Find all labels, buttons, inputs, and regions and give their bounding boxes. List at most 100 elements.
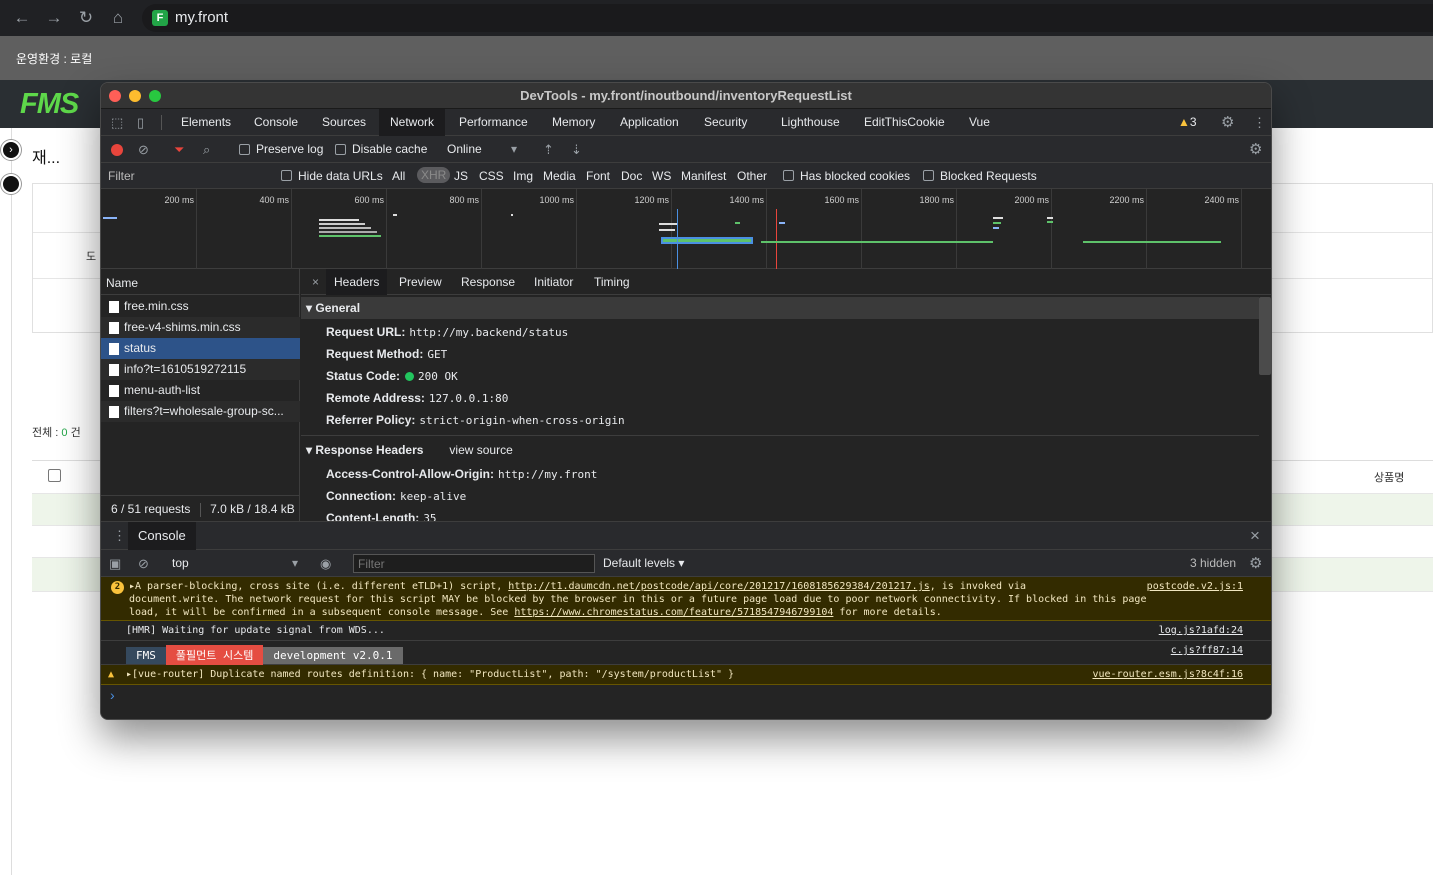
network-overview-timeline[interactable]: 200 ms 400 ms 600 ms 800 ms 1000 ms 1200… [101, 189, 1271, 269]
timeline-tick: 1200 ms [634, 195, 669, 205]
blocked-requests-checkbox[interactable] [923, 170, 934, 181]
live-expression-eye-icon[interactable]: ◉ [320, 550, 331, 577]
tab-vue[interactable]: Vue [958, 109, 1001, 136]
response-headers-section-toggle[interactable]: ▾ Response Headers view source [301, 439, 1259, 461]
more-options-icon[interactable]: ⋮ [1253, 109, 1266, 136]
console-prompt[interactable]: › [110, 687, 115, 703]
forward-icon[interactable]: → [44, 8, 64, 28]
timeline-bar [993, 227, 999, 229]
context-select[interactable]: top [172, 556, 189, 570]
tab-network[interactable]: Network [379, 109, 446, 136]
reload-icon[interactable]: ↻ [76, 8, 96, 28]
type-filter-img[interactable]: Img [513, 169, 533, 183]
preserve-log-checkbox[interactable] [239, 144, 250, 155]
header-row: Content-Length: 35 [326, 511, 437, 521]
filter-input[interactable]: Filter [108, 169, 135, 183]
source-link[interactable]: log.js?1afd:24 [1159, 621, 1243, 641]
type-filter-doc[interactable]: Doc [621, 169, 642, 183]
banner-fms: FMS [126, 647, 166, 664]
disable-cache-checkbox[interactable] [335, 144, 346, 155]
tab-memory[interactable]: Memory [541, 109, 606, 136]
tab-editthiscookie[interactable]: EditThisCookie [853, 109, 956, 136]
file-icon [109, 406, 119, 418]
console-message[interactable]: [HMR] Waiting for update signal from WDS… [101, 621, 1271, 641]
tab-sources[interactable]: Sources [311, 109, 377, 136]
tab-console[interactable]: Console [243, 109, 309, 136]
hide-data-urls-checkbox[interactable] [281, 170, 292, 181]
type-filter-css[interactable]: CSS [479, 169, 504, 183]
type-filter-font[interactable]: Font [586, 169, 610, 183]
source-link[interactable]: postcode.v2.js:1 [1147, 580, 1243, 593]
clear-icon[interactable]: ⊘ [138, 136, 149, 163]
tab-elements[interactable]: Elements [170, 109, 242, 136]
close-drawer-icon[interactable]: × [1250, 522, 1260, 550]
chromestatus-link[interactable]: https://www.chromestatus.com/feature/571… [514, 607, 833, 618]
tab-lighthouse[interactable]: Lighthouse [770, 109, 851, 136]
dom-content-loaded-marker [677, 209, 678, 269]
list-item[interactable]: free.min.css [101, 296, 300, 317]
console-settings-icon[interactable]: ⚙ [1249, 550, 1262, 577]
collapse-dot-icon[interactable] [1, 174, 21, 194]
log-levels-select[interactable]: Default levels ▾ [603, 556, 684, 570]
chevron-down-icon[interactable]: ▾ [292, 556, 298, 570]
type-filter-manifest[interactable]: Manifest [681, 169, 726, 183]
tab-performance[interactable]: Performance [448, 109, 539, 136]
chevron-down-icon[interactable]: ▾ [511, 142, 517, 156]
select-all-checkbox[interactable] [48, 469, 61, 482]
type-filter-other[interactable]: Other [737, 169, 767, 183]
home-icon[interactable]: ⌂ [108, 8, 128, 28]
list-item[interactable]: menu-auth-list [101, 380, 300, 401]
script-link[interactable]: http://t1.daumcdn.net/postcode/api/core/… [508, 581, 929, 592]
type-filter-media[interactable]: Media [543, 169, 576, 183]
address-bar[interactable]: F my.front [142, 4, 1433, 32]
console-message-banner[interactable]: FMS 풀필먼트 시스템 development v2.0.1 c.js?ff87:… [101, 641, 1271, 665]
console-message-warning[interactable]: 2 ▸A parser-blocking, cross site (i.e. d… [101, 577, 1271, 621]
general-section-toggle[interactable]: ▾ General [301, 297, 1259, 319]
device-toolbar-icon[interactable]: ▯ [137, 109, 144, 136]
settings-gear-icon[interactable]: ⚙ [1221, 109, 1234, 136]
show-sidebar-icon[interactable]: ▣ [109, 550, 121, 577]
fms-logo[interactable]: FMS [20, 88, 79, 121]
source-link[interactable]: c.js?ff87:14 [1171, 645, 1243, 656]
tab-response[interactable]: Response [453, 269, 523, 295]
list-item[interactable]: filters?t=wholesale-group-sc... [101, 401, 300, 422]
tab-security[interactable]: Security [693, 109, 758, 136]
list-item[interactable]: info?t=1610519272115 [101, 359, 300, 380]
tab-preview[interactable]: Preview [391, 269, 450, 295]
type-filter-js[interactable]: JS [454, 169, 468, 183]
type-filter-xhr[interactable]: XHR [417, 167, 451, 183]
list-item[interactable]: free-v4-shims.min.css [101, 317, 300, 338]
list-item-selected[interactable]: status [101, 338, 300, 359]
drawer-menu-icon[interactable]: ⋮ [113, 522, 126, 550]
view-source-link[interactable]: view source [449, 443, 512, 457]
console-message-warning[interactable]: ▲ ▸[vue-router] Duplicate named routes d… [101, 665, 1271, 685]
name-column-header[interactable]: Name [101, 269, 300, 295]
tab-headers[interactable]: Headers [326, 269, 388, 295]
tab-timing[interactable]: Timing [586, 269, 638, 295]
hide-data-urls-label: Hide data URLs [298, 169, 383, 183]
tab-console-drawer[interactable]: Console [128, 522, 196, 550]
type-filter-ws[interactable]: WS [652, 169, 671, 183]
network-settings-icon[interactable]: ⚙ [1249, 136, 1262, 163]
detail-scrollbar[interactable] [1259, 297, 1271, 375]
warning-counter[interactable]: ▲3 [1178, 115, 1197, 129]
search-icon[interactable]: ⌕ [203, 136, 210, 163]
throttling-select[interactable]: Online [447, 142, 482, 156]
url-text[interactable]: my.front [175, 9, 228, 26]
back-icon[interactable]: ← [12, 8, 32, 28]
record-icon[interactable] [111, 144, 123, 156]
source-link[interactable]: vue-router.esm.js?8c4f:16 [1092, 665, 1243, 685]
console-filter-input[interactable] [353, 554, 595, 573]
tab-application[interactable]: Application [609, 109, 690, 136]
close-detail-icon[interactable]: × [304, 269, 327, 295]
export-har-icon[interactable]: ⇣ [571, 136, 582, 163]
console-toolbar: ▣ ⊘ top ▾ ◉ Default levels ▾ 3 hidden ⚙ [101, 550, 1271, 577]
import-har-icon[interactable]: ⇡ [543, 136, 554, 163]
type-filter-all[interactable]: All [392, 169, 405, 183]
clear-console-icon[interactable]: ⊘ [138, 550, 149, 577]
tab-initiator[interactable]: Initiator [526, 269, 581, 295]
has-blocked-cookies-checkbox[interactable] [783, 170, 794, 181]
expand-chevron-icon[interactable]: › [1, 140, 21, 160]
filter-funnel-icon[interactable]: ⏷ [174, 136, 184, 163]
inspect-element-icon[interactable]: ⬚ [111, 109, 123, 136]
